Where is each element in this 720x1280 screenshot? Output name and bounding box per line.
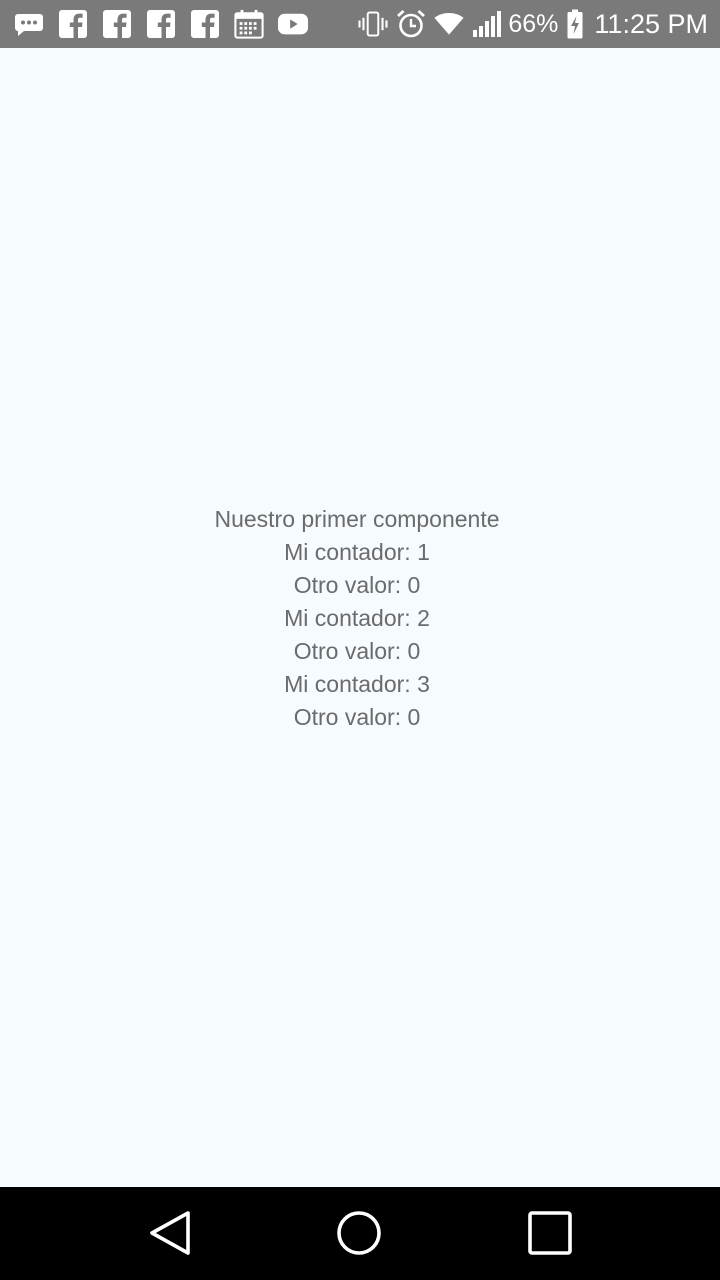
vibrate-icon (358, 9, 388, 39)
youtube-icon (278, 9, 308, 39)
counter-line: Mi contador: 2 (284, 605, 430, 631)
app-screen: 66% 11:25 PM Nuestro primer componente M… (0, 0, 720, 1280)
calendar-icon (234, 9, 264, 39)
notification-icons (14, 0, 308, 48)
counter-line: Mi contador: 3 (284, 671, 430, 697)
back-button[interactable] (142, 1207, 198, 1263)
alarm-icon (396, 9, 426, 39)
recent-apps-icon (527, 1210, 573, 1260)
messaging-icon (14, 9, 44, 39)
other-value-line: Otro valor: 0 (293, 704, 421, 730)
battery-charging-icon (566, 9, 584, 39)
wifi-icon (434, 9, 464, 39)
home-icon (335, 1209, 383, 1261)
counter-line: Mi contador: 1 (284, 539, 430, 565)
facebook-icon (58, 9, 88, 39)
clock: 11:25 PM (594, 9, 708, 39)
other-value-line: Otro valor: 0 (293, 638, 421, 664)
facebook-icon (102, 9, 132, 39)
other-value-line: Otro valor: 0 (293, 572, 421, 598)
back-icon (148, 1209, 192, 1261)
main-content: Nuestro primer componente Mi contador: 1… (0, 48, 720, 1187)
system-status: 66% 11:25 PM (358, 0, 708, 48)
facebook-icon (146, 9, 176, 39)
recent-apps-button[interactable] (522, 1207, 578, 1263)
component-text: Nuestro primer componente Mi contador: 1… (0, 503, 717, 734)
navigation-bar (0, 1187, 720, 1280)
home-button[interactable] (331, 1207, 387, 1263)
battery-percentage: 66% (508, 10, 559, 38)
status-bar: 66% 11:25 PM (0, 0, 720, 48)
signal-icon (472, 9, 502, 39)
component-title: Nuestro primer componente (214, 506, 500, 532)
facebook-icon (190, 9, 220, 39)
